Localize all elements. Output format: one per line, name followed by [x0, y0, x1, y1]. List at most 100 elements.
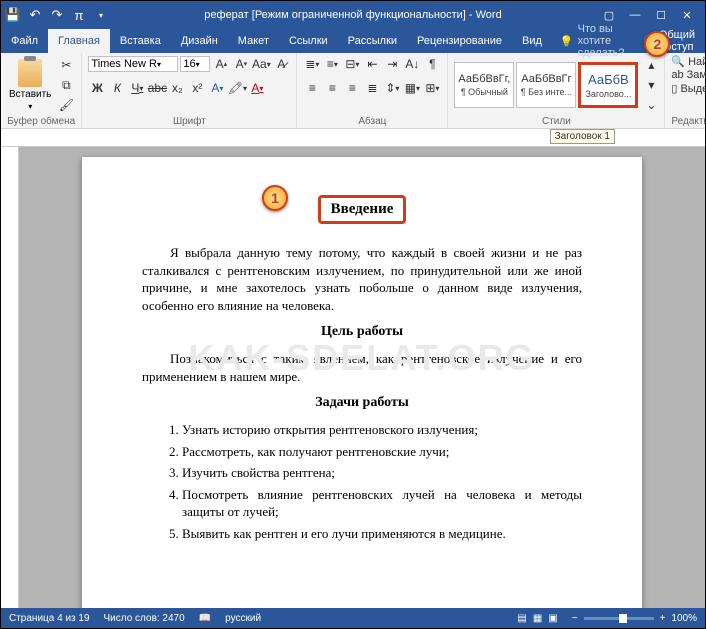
doc-heading[interactable]: Введение: [318, 195, 407, 224]
zoom-value[interactable]: 100%: [671, 613, 697, 624]
list-item[interactable]: Узнать историю открытия рентгеновского и…: [182, 421, 582, 439]
copy-icon[interactable]: ⧉: [57, 76, 75, 94]
minimize-icon[interactable]: —: [629, 9, 641, 21]
styles-more-icon[interactable]: ⌄: [644, 96, 658, 114]
show-marks-icon[interactable]: ¶: [423, 55, 441, 73]
doc-ordered-list[interactable]: Узнать историю открытия рентгеновского и…: [182, 421, 582, 542]
doc-paragraph[interactable]: Познакомиться с таким явлением, как рент…: [142, 350, 582, 385]
clear-format-icon[interactable]: A̷: [272, 55, 290, 73]
status-spellcheck-icon[interactable]: 📖: [199, 613, 211, 624]
highlight-icon[interactable]: 🖍▾: [228, 79, 246, 97]
borders-icon[interactable]: ⊞▾: [423, 79, 441, 97]
group-styles: АаБбВвГг, ¶ Обычный АаБбВвГг ¶ Без инте.…: [448, 53, 665, 128]
paste-button[interactable]: Вставить ▾: [7, 57, 53, 113]
window-title: реферат [Режим ограниченной функциональн…: [204, 9, 501, 21]
font-name-combo[interactable]: Times New R ▾: [88, 56, 178, 72]
status-language[interactable]: русский: [225, 613, 261, 624]
tab-home[interactable]: Главная: [48, 29, 110, 53]
bold-icon[interactable]: Ж: [88, 79, 106, 97]
list-item[interactable]: Выявить как рентген и его лучи применяют…: [182, 525, 582, 543]
tab-review[interactable]: Рецензирование: [407, 29, 512, 53]
justify-icon[interactable]: ≣: [363, 79, 381, 97]
list-item[interactable]: Посмотреть влияние рентгеновских лучей н…: [182, 486, 582, 521]
close-icon[interactable]: ✕: [681, 9, 693, 21]
align-left-icon[interactable]: ≡: [303, 79, 321, 97]
tab-design[interactable]: Дизайн: [171, 29, 228, 53]
style-name: Заголово...: [585, 89, 631, 99]
view-web-icon[interactable]: ▣: [548, 613, 557, 624]
select-button[interactable]: ▯Выделить▾: [671, 82, 706, 95]
page-scroll[interactable]: KAK-SDELAT.ORG 1 Введение Я выбрала данн…: [19, 147, 705, 608]
replace-button[interactable]: abЗаменить: [671, 69, 706, 81]
decrease-indent-icon[interactable]: ⇤: [363, 55, 381, 73]
list-item[interactable]: Изучить свойства рентгена;: [182, 464, 582, 482]
format-painter-icon[interactable]: 🖌: [57, 96, 75, 114]
save-icon[interactable]: 💾: [5, 7, 21, 23]
shrink-font-icon[interactable]: A▾: [232, 55, 250, 73]
tell-me-search[interactable]: 💡Что вы хотите сделать?: [560, 29, 631, 53]
find-button[interactable]: 🔍Найти▾: [671, 55, 706, 68]
tab-mailings[interactable]: Рассылки: [338, 29, 407, 53]
tab-layout[interactable]: Макет: [228, 29, 279, 53]
document-page[interactable]: KAK-SDELAT.ORG 1 Введение Я выбрала данн…: [82, 157, 642, 608]
underline-icon[interactable]: Ч▾: [128, 79, 146, 97]
numbering-icon[interactable]: ≡▾: [323, 55, 341, 73]
text-effects-icon[interactable]: A▾: [208, 79, 226, 97]
bullets-icon[interactable]: ≣▾: [303, 55, 321, 73]
zoom-control[interactable]: − + 100%: [572, 613, 697, 624]
align-right-icon[interactable]: ≡: [343, 79, 361, 97]
styles-down-icon[interactable]: ▾: [644, 76, 658, 94]
tab-file[interactable]: Файл: [1, 29, 48, 53]
callout-1: 1: [262, 185, 288, 211]
horizontal-ruler[interactable]: Заголовок 1: [1, 129, 705, 147]
doc-subheading[interactable]: Цель работы: [142, 324, 582, 340]
style-heading1[interactable]: АаБбВ Заголово...: [578, 62, 638, 108]
doc-paragraph[interactable]: Я выбрала данную тему потому, что каждый…: [142, 244, 582, 314]
sort-icon[interactable]: A↓: [403, 55, 421, 73]
tab-references[interactable]: Ссылки: [279, 29, 338, 53]
tab-insert[interactable]: Вставка: [110, 29, 171, 53]
style-normal[interactable]: АаБбВвГг, ¶ Обычный: [454, 62, 514, 108]
align-center-icon[interactable]: ≡: [323, 79, 341, 97]
style-tooltip: Заголовок 1: [550, 129, 615, 144]
zoom-out-icon[interactable]: −: [572, 613, 578, 624]
redo-icon[interactable]: ↷: [49, 7, 65, 23]
zoom-in-icon[interactable]: +: [660, 613, 666, 624]
zoom-slider[interactable]: [584, 617, 654, 620]
ribbon-options-icon[interactable]: ▢: [603, 9, 615, 21]
multilevel-icon[interactable]: ⊟▾: [343, 55, 361, 73]
paste-label: Вставить: [9, 89, 51, 100]
increase-indent-icon[interactable]: ⇥: [383, 55, 401, 73]
view-read-icon[interactable]: ▤: [517, 613, 526, 624]
group-paragraph-label: Абзац: [303, 115, 441, 128]
superscript-icon[interactable]: x²: [188, 79, 206, 97]
italic-icon[interactable]: К: [108, 79, 126, 97]
strike-icon[interactable]: abc: [148, 79, 166, 97]
subscript-icon[interactable]: x₂: [168, 79, 186, 97]
change-case-icon[interactable]: Aa▾: [252, 55, 270, 73]
styles-up-icon[interactable]: ▴: [644, 56, 658, 74]
ribbon-tabs: Файл Главная Вставка Дизайн Макет Ссылки…: [1, 29, 705, 53]
list-item[interactable]: Рассмотреть, как получают рентгеновские …: [182, 443, 582, 461]
group-paragraph: ≣▾ ≡▾ ⊟▾ ⇤ ⇥ A↓ ¶ ≡ ≡ ≡ ≣ ⇕▾ ▦▾ ⊞▾: [297, 53, 448, 128]
equation-icon[interactable]: π: [71, 7, 87, 23]
line-spacing-icon[interactable]: ⇕▾: [383, 79, 401, 97]
group-clipboard-label: Буфер обмена: [7, 115, 75, 128]
status-page[interactable]: Страница 4 из 19: [9, 613, 90, 624]
font-size-combo[interactable]: 16 ▾: [180, 56, 210, 72]
qat-more-icon[interactable]: ▾: [93, 7, 109, 23]
select-icon: ▯: [671, 82, 677, 95]
vertical-ruler[interactable]: [1, 147, 19, 608]
grow-font-icon[interactable]: A▴: [212, 55, 230, 73]
maximize-icon[interactable]: ☐: [655, 9, 667, 21]
cut-icon[interactable]: ✂: [57, 56, 75, 74]
undo-icon[interactable]: ↶: [27, 7, 43, 23]
shading-icon[interactable]: ▦▾: [403, 79, 421, 97]
style-no-spacing[interactable]: АаБбВвГг ¶ Без инте...: [516, 62, 576, 108]
tab-view[interactable]: Вид: [512, 29, 552, 53]
status-words[interactable]: Число слов: 2470: [104, 613, 185, 624]
quick-access-toolbar: 💾 ↶ ↷ π ▾: [5, 7, 109, 23]
font-color-icon[interactable]: A▾: [248, 79, 266, 97]
doc-subheading[interactable]: Задачи работы: [142, 395, 582, 411]
view-print-icon[interactable]: ▦: [533, 613, 542, 624]
